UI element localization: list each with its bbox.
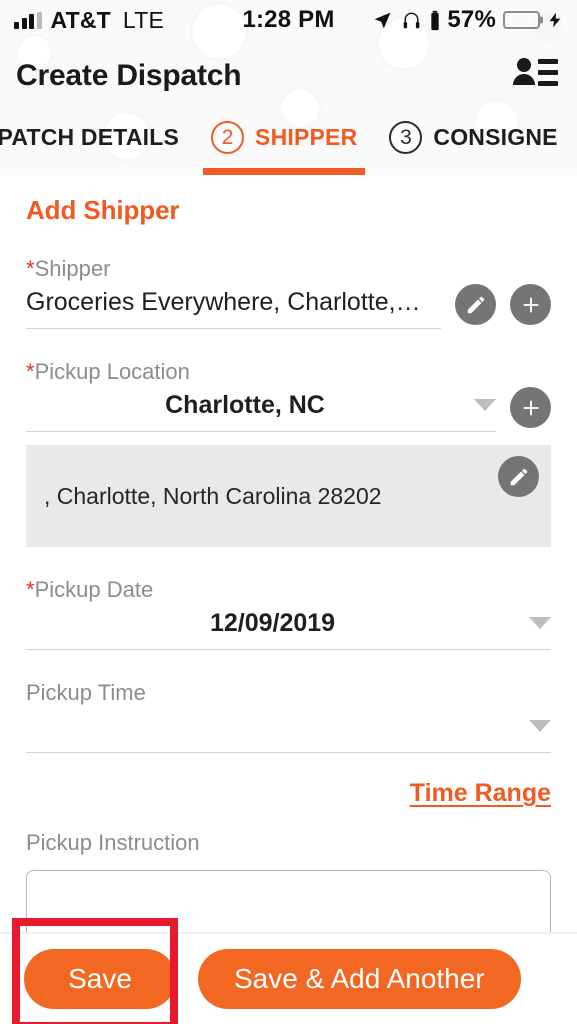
shipper-value: Groceries Everywhere, Charlotte,…: [26, 287, 421, 316]
plus-icon: [523, 297, 538, 312]
tab-consignee-label: CONSIGNE: [433, 124, 558, 150]
contacts-list-icon[interactable]: [511, 54, 559, 99]
pickup-location-select[interactable]: Charlotte, NC: [26, 385, 496, 432]
pickup-date-value: 12/09/2019: [209, 608, 336, 637]
phone-screen: AT&T LTE 1:28 PM 57% Create Dispatch SPA…: [0, 0, 577, 1024]
required-asterisk: *: [26, 577, 35, 602]
tab-dispatch-details-label: SPATCH DETAILS: [0, 124, 180, 150]
step-tab-strip[interactable]: SPATCH DETAILS 2 SHIPPER 3 CONSIGNE: [0, 112, 577, 175]
tab-consignee[interactable]: 3 CONSIGNE: [373, 112, 573, 175]
pickup-time-label: Pickup Time: [26, 680, 146, 705]
field-pickup-time: Pickup Time: [26, 680, 551, 753]
pickup-date-select[interactable]: 12/09/2019: [26, 603, 551, 650]
shipper-edit-button[interactable]: [455, 284, 496, 325]
pickup-date-label: *Pickup Date: [26, 577, 154, 602]
caret-down-icon: [529, 617, 551, 629]
tab-dispatch-details[interactable]: SPATCH DETAILS: [0, 112, 195, 175]
time-range-link[interactable]: Time Range: [410, 779, 551, 808]
caret-down-icon: [529, 720, 551, 732]
battery-percent-label: 57%: [447, 6, 496, 33]
required-asterisk: *: [26, 359, 35, 384]
headphones-icon: [403, 12, 420, 28]
status-bar-right: 57%: [372, 6, 563, 34]
field-shipper: *Shipper Groceries Everywhere, Charlotte…: [26, 256, 551, 329]
tab-shipper[interactable]: 2 SHIPPER: [195, 112, 373, 175]
pickup-address-edit-button[interactable]: [498, 456, 539, 497]
time-range-row: Time Range: [26, 779, 551, 808]
tab-shipper-label: SHIPPER: [255, 124, 358, 150]
pickup-address-card: , Charlotte, North Carolina 28202: [26, 445, 551, 547]
shipper-input[interactable]: Groceries Everywhere, Charlotte,…: [26, 282, 441, 329]
pencil-icon: [510, 468, 527, 485]
field-pickup-instruction: Pickup Instruction: [26, 830, 551, 932]
save-and-add-another-button[interactable]: Save & Add Another: [198, 949, 521, 1009]
tab-shipper-badge: 2: [211, 121, 245, 154]
section-title-add-shipper: Add Shipper: [26, 195, 180, 225]
pickup-instruction-label: Pickup Instruction: [26, 830, 200, 855]
app-header: Create Dispatch: [0, 40, 577, 112]
pickup-address-text: , Charlotte, North Carolina 28202: [44, 482, 382, 509]
charging-bolt-icon: [549, 12, 561, 28]
pickup-time-select[interactable]: [26, 706, 551, 753]
active-tab-underline: [203, 168, 366, 175]
shipper-label: *Shipper: [26, 256, 111, 281]
pickup-instruction-input[interactable]: [26, 870, 551, 932]
status-bar: AT&T LTE 1:28 PM 57%: [0, 0, 577, 40]
vertical-battery-icon: [431, 10, 440, 30]
bottom-action-bar: Save Save & Add Another: [0, 932, 577, 1024]
pickup-location-value: Charlotte, NC: [165, 390, 325, 419]
pickup-location-add-button[interactable]: [510, 387, 551, 428]
page-title: Create Dispatch: [16, 59, 242, 92]
field-pickup-date: *Pickup Date 12/09/2019: [26, 577, 551, 650]
pickup-location-label: *Pickup Location: [26, 359, 190, 384]
shipper-add-button[interactable]: [510, 284, 551, 325]
tab-consignee-badge: 3: [389, 121, 423, 154]
plus-icon: [523, 400, 538, 415]
shipper-form: Add Shipper *Shipper Groceries Everywher…: [0, 175, 577, 932]
pencil-icon: [467, 296, 484, 313]
required-asterisk: *: [26, 256, 35, 281]
battery-icon: [503, 11, 543, 29]
location-arrow-icon: [374, 12, 391, 28]
save-button[interactable]: Save: [24, 949, 176, 1009]
caret-down-icon: [474, 399, 496, 411]
field-pickup-location: *Pickup Location Charlotte, NC: [26, 359, 551, 432]
